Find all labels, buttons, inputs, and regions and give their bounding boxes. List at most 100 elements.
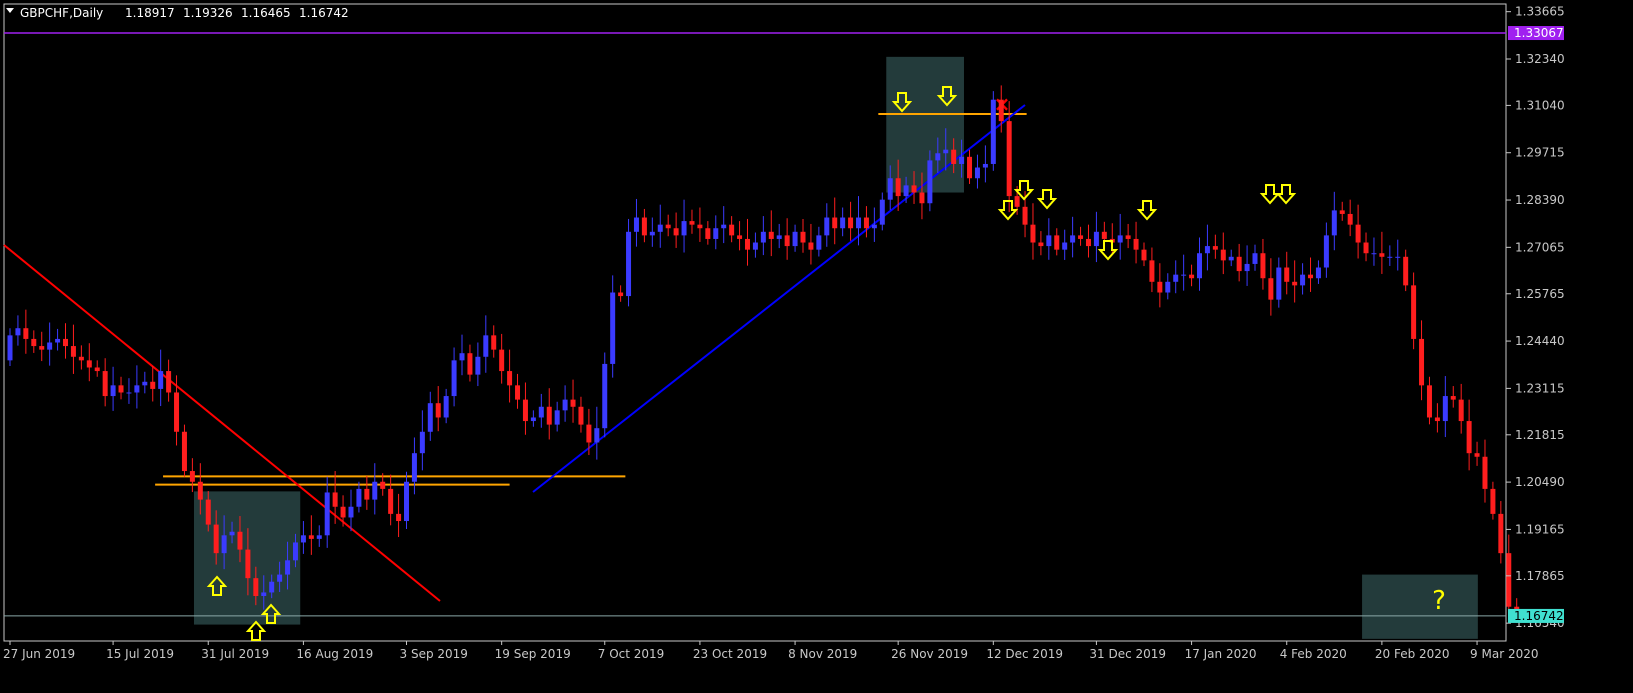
y-tick-label: 1.33665 <box>1515 5 1565 19</box>
candle-body <box>443 396 449 418</box>
y-tick-label: 1.23115 <box>1515 381 1565 395</box>
candle-body <box>1125 235 1131 239</box>
candle-body <box>253 578 259 597</box>
candle-body <box>713 228 719 239</box>
candle-body <box>879 199 885 225</box>
candle <box>602 352 608 438</box>
candle-body <box>903 185 909 197</box>
candle-body <box>982 163 988 168</box>
y-tick-label: 1.21815 <box>1515 428 1565 442</box>
candle-body <box>158 371 164 389</box>
candle-body <box>1212 246 1218 250</box>
candle-body <box>562 399 568 411</box>
candle-body <box>475 356 481 375</box>
x-tick-label: 31 Jul 2019 <box>201 647 269 661</box>
candle-body <box>1070 235 1076 243</box>
candle-body <box>633 217 639 232</box>
candle-body <box>554 410 560 425</box>
candle-body <box>848 217 854 229</box>
x-tick-label: 8 Nov 2019 <box>788 647 857 661</box>
candle-body <box>1411 285 1417 339</box>
candle-body <box>150 381 156 389</box>
candle-body <box>967 156 973 179</box>
candle-body <box>1173 274 1179 282</box>
price-tag-label: 1.16742 <box>1514 609 1564 623</box>
candle-body <box>784 235 790 247</box>
candle-body <box>1323 235 1329 268</box>
candle-body <box>467 353 473 375</box>
candle-body <box>1403 256 1409 286</box>
candle-body <box>126 392 132 394</box>
candle-body <box>213 524 219 554</box>
candle-body <box>951 149 957 164</box>
candle-body <box>7 335 13 361</box>
candle-body <box>507 371 513 386</box>
candle-body <box>515 385 521 400</box>
candle-body <box>959 156 965 164</box>
candle-body <box>1395 256 1401 258</box>
candle-body <box>721 224 727 229</box>
candle <box>626 218 632 307</box>
candle-body <box>78 356 84 361</box>
candle-body <box>760 231 766 243</box>
candle-body <box>705 228 711 239</box>
candle-body <box>1371 253 1377 255</box>
candle-body <box>1506 553 1512 607</box>
candle-body <box>324 492 330 536</box>
candle-body <box>744 238 750 250</box>
candle-body <box>1387 256 1393 258</box>
candle-body <box>380 481 386 489</box>
candle-body <box>808 242 814 250</box>
candle-body <box>1038 242 1044 247</box>
candle-body <box>63 338 69 347</box>
candle-body <box>626 231 632 297</box>
candle-body <box>292 542 298 561</box>
candle-body <box>641 217 647 236</box>
candle-body <box>1284 267 1290 282</box>
candle-body <box>538 406 544 418</box>
candle-body <box>364 488 370 500</box>
candle-body <box>435 403 441 418</box>
ohlc-low: 1.16465 <box>241 6 291 20</box>
candle-body <box>824 217 830 236</box>
x-tick-label: 17 Jan 2020 <box>1185 647 1257 661</box>
price-chart[interactable]: × ? 1.336651.323401.310401.297151.283901… <box>0 0 1633 693</box>
candle-body <box>1268 278 1274 300</box>
candle-body <box>1331 210 1337 236</box>
candle-body <box>1149 260 1155 282</box>
candle-body <box>1197 253 1202 279</box>
candle-body <box>618 292 624 297</box>
candle-body <box>47 342 53 350</box>
candle-body <box>665 224 671 229</box>
candle-body <box>197 481 203 500</box>
candle-body <box>372 481 378 500</box>
candle-body <box>1006 121 1012 197</box>
candle-body <box>1260 253 1266 279</box>
candle-body <box>657 224 663 232</box>
resistance-price-tag: 1.33067 <box>1508 26 1564 41</box>
symbol-timeframe: GBPCHF,Daily <box>20 6 103 20</box>
candle-body <box>1379 253 1385 257</box>
candle-body <box>285 560 291 575</box>
candle-body <box>411 453 417 482</box>
candle-body <box>927 160 933 204</box>
candle-body <box>1315 267 1321 279</box>
candle-body <box>142 381 148 386</box>
candle-body <box>586 424 592 443</box>
candle-body <box>340 506 346 518</box>
candle-body <box>499 349 505 372</box>
candle-body <box>602 363 608 429</box>
candle-body <box>300 535 306 543</box>
candle-body <box>316 535 322 539</box>
candle-body <box>1419 338 1425 386</box>
candle-body <box>1466 421 1472 454</box>
candle-body <box>483 335 489 357</box>
candle-body <box>792 231 798 247</box>
candle-body <box>419 431 425 454</box>
candle-body <box>15 328 21 336</box>
x-tick-label: 27 Jun 2019 <box>3 647 75 661</box>
candle-body <box>237 531 243 550</box>
candle-body <box>229 531 235 536</box>
candle-body <box>1157 281 1163 293</box>
candle-body <box>1141 249 1147 261</box>
